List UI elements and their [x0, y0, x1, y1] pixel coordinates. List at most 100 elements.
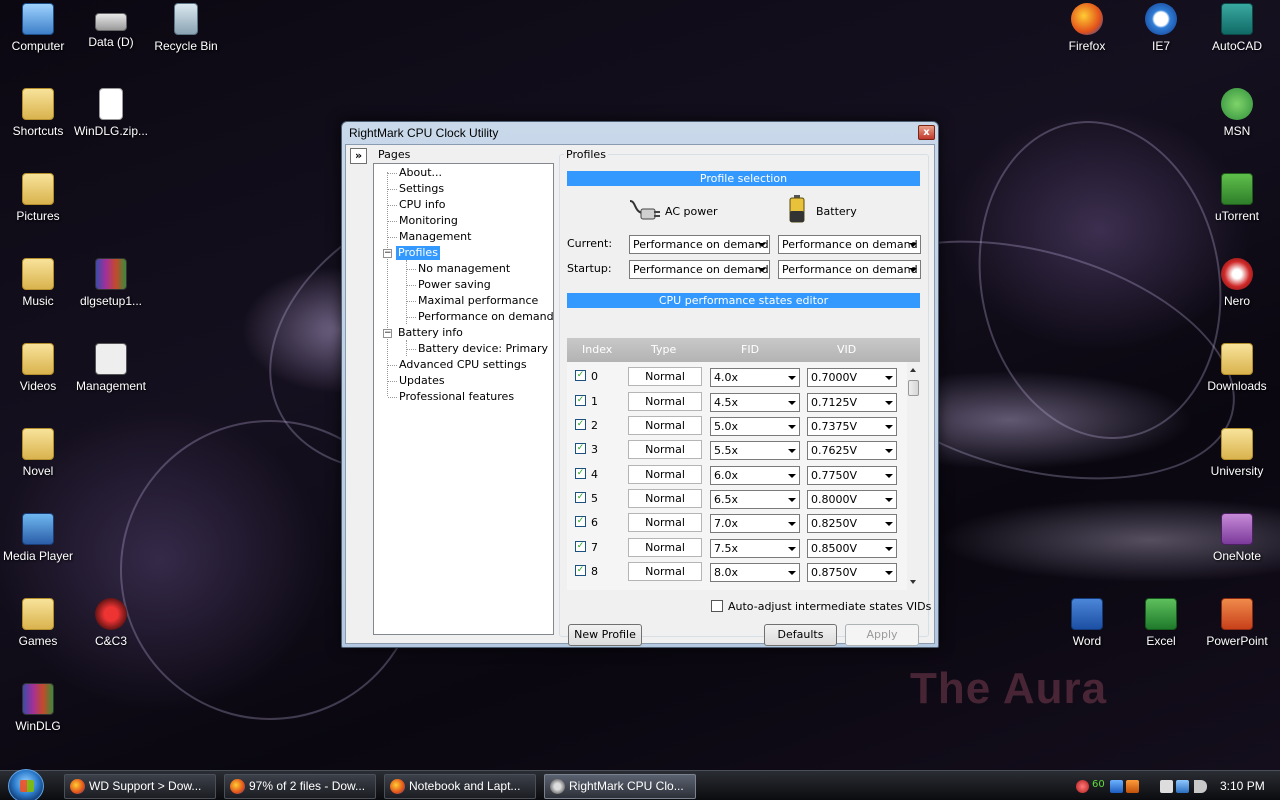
- desktop-icon-cnc3[interactable]: C&C3: [73, 598, 149, 648]
- state-vid-select[interactable]: 0.8750V: [807, 563, 897, 582]
- tree-item-advanced-cpu-settings[interactable]: Advanced CPU settings: [397, 358, 529, 372]
- tree-item-updates[interactable]: Updates: [397, 374, 447, 388]
- desktop-icon-windlg-zip[interactable]: WinDLG.zip...: [73, 88, 149, 138]
- auto-adjust-vids-checkbox[interactable]: [711, 600, 723, 612]
- tree-item-maximal-performance[interactable]: Maximal performance: [416, 294, 540, 308]
- state-fid-select[interactable]: 7.0x: [710, 514, 800, 533]
- state-vid-select[interactable]: 0.7375V: [807, 417, 897, 436]
- scroll-down-arrow-icon[interactable]: [910, 580, 916, 584]
- expand-pages-button[interactable]: »: [350, 148, 367, 164]
- state-enabled-checkbox[interactable]: ✓: [575, 443, 586, 454]
- clipboard-icon[interactable]: [1160, 780, 1173, 793]
- volume-icon[interactable]: [1194, 780, 1207, 793]
- defaults-button[interactable]: Defaults: [764, 624, 837, 646]
- tree-item-professional-features[interactable]: Professional features: [397, 390, 516, 404]
- taskbar-button-rightmark[interactable]: RightMark CPU Clo...: [544, 774, 696, 799]
- state-enabled-checkbox[interactable]: ✓: [575, 370, 586, 381]
- close-button[interactable]: x: [918, 125, 935, 140]
- state-enabled-checkbox[interactable]: ✓: [575, 492, 586, 503]
- startup-battery-profile-select[interactable]: Performance on demand: [778, 260, 921, 279]
- state-vid-select[interactable]: 0.8000V: [807, 490, 897, 509]
- state-type-field[interactable]: Normal: [628, 562, 702, 581]
- tree-expander-profiles[interactable]: −: [383, 249, 392, 258]
- new-profile-button[interactable]: New Profile: [568, 624, 642, 646]
- tree-item-battery-info[interactable]: Battery info: [396, 326, 465, 340]
- desktop-icon-dlgsetup[interactable]: dlgsetup1...: [73, 258, 149, 308]
- state-type-field[interactable]: Normal: [628, 538, 702, 557]
- desktop-icon-media-player[interactable]: Media Player: [0, 513, 76, 563]
- state-enabled-checkbox[interactable]: ✓: [575, 395, 586, 406]
- tree-item-about[interactable]: About...: [397, 166, 444, 180]
- desktop-icon-ie7[interactable]: IE7: [1123, 3, 1199, 53]
- state-type-field[interactable]: Normal: [628, 465, 702, 484]
- desktop-icon-powerpoint[interactable]: PowerPoint: [1199, 598, 1275, 648]
- tree-item-power-saving[interactable]: Power saving: [416, 278, 493, 292]
- desktop-icon-games[interactable]: Games: [0, 598, 76, 648]
- desktop-icon-videos[interactable]: Videos: [0, 343, 76, 393]
- state-vid-select[interactable]: 0.8500V: [807, 539, 897, 558]
- desktop-icon-word[interactable]: Word: [1049, 598, 1125, 648]
- desktop-icon-firefox[interactable]: Firefox: [1049, 3, 1125, 53]
- desktop-icon-windlg[interactable]: WinDLG: [0, 683, 76, 733]
- tree-item-no-management[interactable]: No management: [416, 262, 512, 276]
- state-enabled-checkbox[interactable]: ✓: [575, 419, 586, 430]
- desktop-icon-data-drive[interactable]: Data (D): [73, 3, 149, 49]
- state-enabled-checkbox[interactable]: ✓: [575, 541, 586, 552]
- network-icon[interactable]: [1176, 780, 1189, 793]
- tray-app-icon[interactable]: [1110, 780, 1123, 793]
- current-battery-profile-select[interactable]: Performance on demand: [778, 235, 921, 254]
- taskbar-clock[interactable]: 3:10 PM: [1220, 779, 1265, 793]
- state-fid-select[interactable]: 5.5x: [710, 441, 800, 460]
- state-type-field[interactable]: Normal: [628, 392, 702, 411]
- state-enabled-checkbox[interactable]: ✓: [575, 516, 586, 527]
- state-vid-select[interactable]: 0.7000V: [807, 368, 897, 387]
- desktop-icon-pictures[interactable]: Pictures: [0, 173, 76, 223]
- state-type-field[interactable]: Normal: [628, 489, 702, 508]
- state-type-field[interactable]: Normal: [628, 367, 702, 386]
- cpu-temp-icon[interactable]: [1076, 780, 1089, 793]
- desktop-icon-autocad[interactable]: AutoCAD: [1199, 3, 1275, 53]
- tree-item-management[interactable]: Management: [397, 230, 473, 244]
- desktop-icon-downloads[interactable]: Downloads: [1199, 343, 1275, 393]
- start-button[interactable]: [8, 769, 44, 800]
- tree-item-monitoring[interactable]: Monitoring: [397, 214, 460, 228]
- tree-item-cpu-info[interactable]: CPU info: [397, 198, 448, 212]
- desktop-icon-utorrent[interactable]: uTorrent: [1199, 173, 1275, 223]
- state-type-field[interactable]: Normal: [628, 513, 702, 532]
- startup-ac-profile-select[interactable]: Performance on demand: [629, 260, 770, 279]
- state-vid-select[interactable]: 0.8250V: [807, 514, 897, 533]
- desktop-icon-computer[interactable]: Computer: [0, 3, 76, 53]
- taskbar-button-downloads[interactable]: 97% of 2 files - Dow...: [224, 774, 376, 799]
- tray-app-icon[interactable]: [1126, 780, 1139, 793]
- taskbar-button-notebook[interactable]: Notebook and Lapt...: [384, 774, 536, 799]
- window-titlebar[interactable]: RightMark CPU Clock Utility x: [342, 122, 938, 144]
- state-enabled-checkbox[interactable]: ✓: [575, 565, 586, 576]
- state-enabled-checkbox[interactable]: ✓: [575, 468, 586, 479]
- desktop-icon-university[interactable]: University: [1199, 428, 1275, 478]
- desktop-icon-shortcuts[interactable]: Shortcuts: [0, 88, 76, 138]
- state-type-field[interactable]: Normal: [628, 440, 702, 459]
- state-fid-select[interactable]: 4.0x: [710, 368, 800, 387]
- states-grid-scrollbar[interactable]: [907, 362, 920, 590]
- tree-item-profiles[interactable]: Profiles: [396, 246, 440, 260]
- tree-expander-battery-info[interactable]: −: [383, 329, 392, 338]
- state-vid-select[interactable]: 0.7625V: [807, 441, 897, 460]
- state-fid-select[interactable]: 8.0x: [710, 563, 800, 582]
- desktop-icon-msn[interactable]: MSN: [1199, 88, 1275, 138]
- apply-button[interactable]: Apply: [845, 624, 919, 646]
- scrollbar-thumb[interactable]: [908, 380, 919, 396]
- state-type-field[interactable]: Normal: [628, 416, 702, 435]
- current-ac-profile-select[interactable]: Performance on demand: [629, 235, 770, 254]
- desktop-icon-novel[interactable]: Novel: [0, 428, 76, 478]
- desktop-icon-nero[interactable]: Nero: [1199, 258, 1275, 308]
- desktop-icon-recycle-bin[interactable]: Recycle Bin: [148, 3, 224, 53]
- desktop-icon-excel[interactable]: Excel: [1123, 598, 1199, 648]
- tree-item-settings[interactable]: Settings: [397, 182, 446, 196]
- state-vid-select[interactable]: 0.7125V: [807, 393, 897, 412]
- desktop-icon-management[interactable]: Management: [73, 343, 149, 393]
- desktop-icon-music[interactable]: Music: [0, 258, 76, 308]
- state-fid-select[interactable]: 6.5x: [710, 490, 800, 509]
- taskbar-button-wd-support[interactable]: WD Support > Dow...: [64, 774, 216, 799]
- state-fid-select[interactable]: 4.5x: [710, 393, 800, 412]
- scroll-up-arrow-icon[interactable]: [910, 368, 916, 372]
